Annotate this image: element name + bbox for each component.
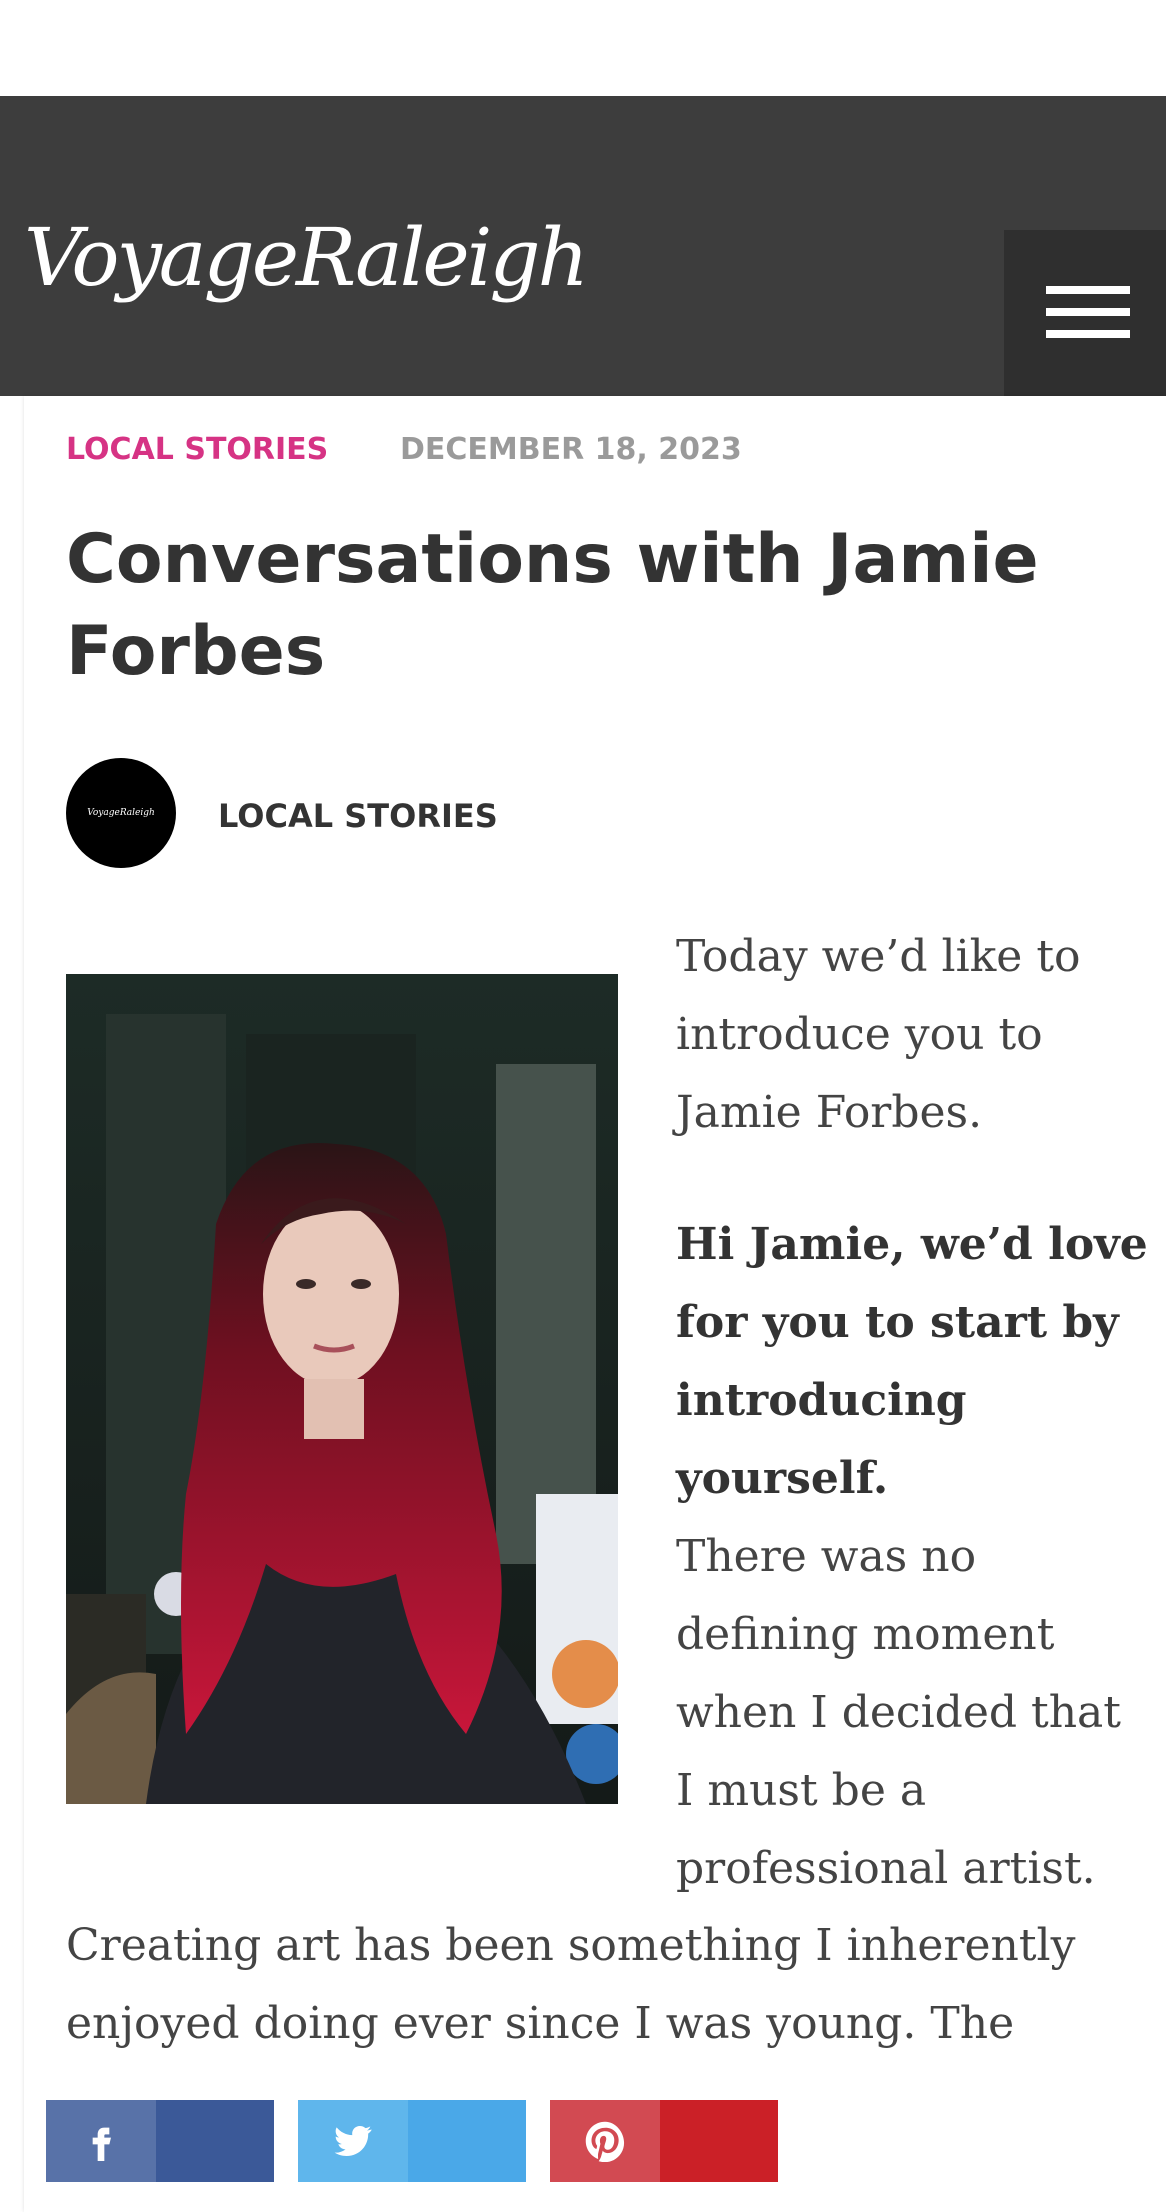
site-logo[interactable]: VoyageRaleigh <box>24 218 589 298</box>
answer-paragraph: There was no defining moment when I deci… <box>676 1518 1121 1908</box>
article-photo <box>66 974 618 1804</box>
twitter-share-button[interactable] <box>298 2100 526 2182</box>
continued-paragraph: Creating art has been something I inhere… <box>66 1907 1075 2063</box>
pinterest-icon <box>550 2100 660 2182</box>
facebook-share-button[interactable] <box>46 2100 274 2182</box>
facebook-icon <box>46 2100 156 2182</box>
question-line: for you to start by <box>676 1297 1119 1348</box>
answer-line: defining moment <box>676 1609 1055 1660</box>
question-line: introducing <box>676 1375 967 1426</box>
answer-line: professional artist. <box>676 1843 1096 1894</box>
category-link[interactable]: LOCAL STORIES <box>66 432 328 467</box>
post-date: DECEMBER 18, 2023 <box>400 432 742 467</box>
question-line: yourself. <box>676 1453 889 1504</box>
intro-line: Today we’d like to <box>676 931 1081 982</box>
author-avatar[interactable]: VoyageRaleigh <box>66 758 176 868</box>
question-heading: Hi Jamie, we’d love for you to start by … <box>676 1206 1148 1518</box>
question-line: Hi Jamie, we’d love <box>676 1219 1148 1270</box>
answer-line: I must be a <box>676 1765 927 1816</box>
intro-line: introduce you to <box>676 1009 1043 1060</box>
answer-line: There was no <box>676 1531 977 1582</box>
menu-button[interactable] <box>1004 230 1166 396</box>
avatar-logo-text: VoyageRaleigh <box>87 808 155 818</box>
author-link[interactable]: LOCAL STORIES <box>218 797 498 835</box>
article-title: Conversations with Jamie Forbes <box>66 520 1039 691</box>
continued-line: Creating art has been something I inhere… <box>66 1920 1076 1971</box>
pinterest-share-button[interactable] <box>550 2100 778 2182</box>
twitter-icon <box>298 2100 408 2182</box>
intro-paragraph: Today we’d like to introduce you to Jami… <box>676 918 1081 1152</box>
continued-line: enjoyed doing ever since I was young. Th… <box>66 1998 1015 2049</box>
intro-line: Jamie Forbes. <box>676 1087 983 1138</box>
answer-line: when I decided that <box>676 1687 1121 1738</box>
